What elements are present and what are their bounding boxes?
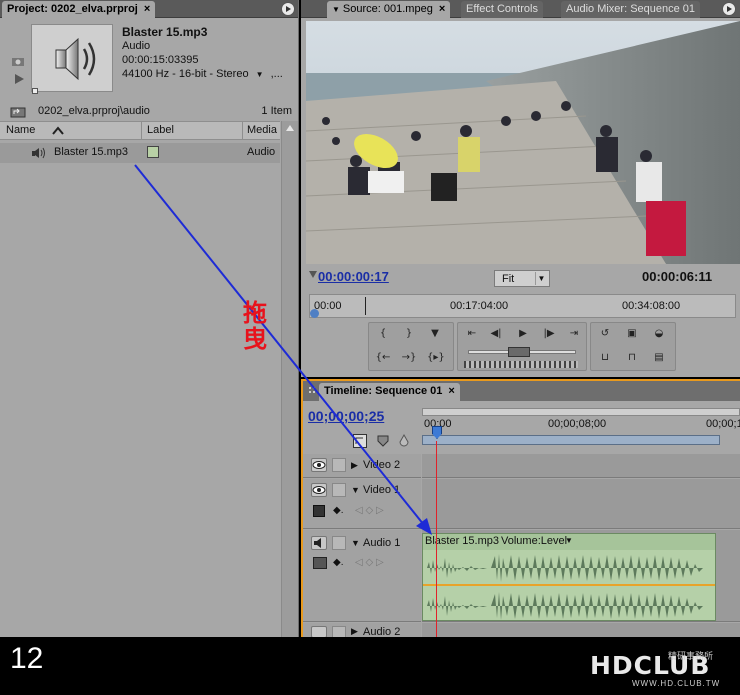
drag-arrow-overlay [134,164,432,535]
step-number: 12 [10,642,44,675]
brand-url: WWW.HD.CLUB.TW [632,679,721,688]
drag-arrow-line [134,164,429,531]
drag-arrow-head [416,518,432,535]
brand-chinese: 精研事務所 [668,651,714,661]
drag-annotation: 拖曳 [243,298,267,353]
bottom-caption-bar: 12 HDCLUB 精研事務所 WWW.HD.CLUB.TW [0,637,740,695]
